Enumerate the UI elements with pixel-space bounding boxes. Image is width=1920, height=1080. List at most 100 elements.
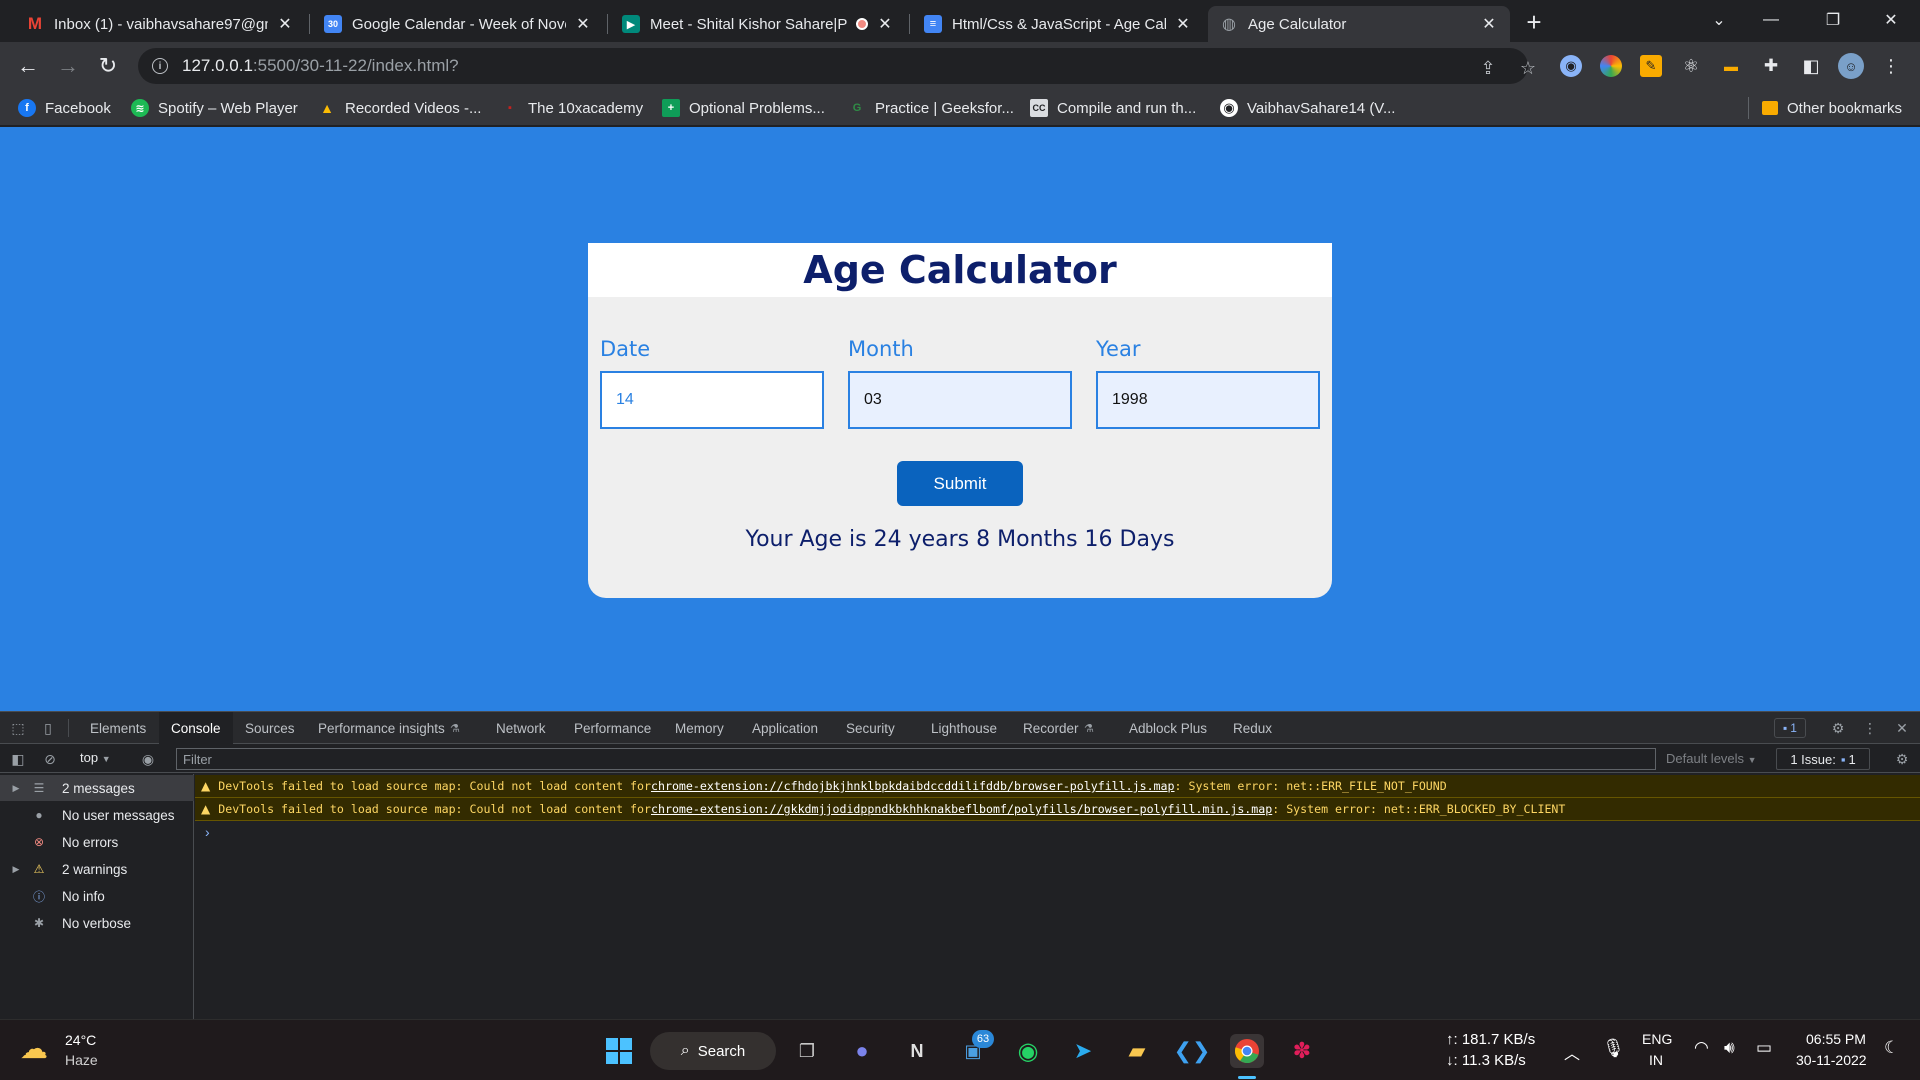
sidebar-item-user-messages[interactable]: ● No user messages <box>0 802 194 828</box>
bookmark-extension-icon[interactable]: ▬ <box>1720 55 1742 77</box>
tab-calendar[interactable]: 30 Google Calendar - Week of Nove ✕ <box>312 6 604 42</box>
teams-chat-icon[interactable]: ● <box>845 1034 879 1068</box>
tab-meet[interactable]: ▶ Meet - Shital Kishor Sahare|P ✕ <box>610 6 906 42</box>
address-bar[interactable]: i 127.0.0.1:5500/30-11-22/index.html? ⇪ … <box>138 48 1536 84</box>
submit-button[interactable]: Submit <box>897 461 1023 506</box>
chrome-icon[interactable] <box>1230 1034 1264 1068</box>
date-input[interactable] <box>600 371 824 429</box>
profile-avatar[interactable]: ☺ <box>1838 53 1864 79</box>
share-icon[interactable]: ⇪ <box>1476 56 1500 80</box>
slack-icon[interactable]: ✽ <box>1285 1034 1319 1068</box>
clock-time[interactable]: 06:55 PM <box>1806 1031 1866 1047</box>
color-extension-icon[interactable] <box>1600 55 1622 77</box>
microphone-icon[interactable]: 🎙︎ <box>1602 1038 1625 1059</box>
tab-docs[interactable]: ≡ Html/Css & JavaScript - Age Calc ✕ <box>912 6 1204 42</box>
weather-haze-icon[interactable]: ☁ <box>20 1032 60 1070</box>
source-map-link[interactable]: chrome-extension://cfhdojbkjhnklbpkdaibd… <box>651 779 1175 793</box>
tab-adblock-plus[interactable]: Adblock Plus <box>1129 712 1207 744</box>
back-button[interactable]: ← <box>12 50 44 82</box>
tab-gmail[interactable]: M Inbox (1) - vaibhavsahare97@gm ✕ <box>14 6 306 42</box>
tab-sources[interactable]: Sources <box>245 712 295 744</box>
new-tab-button[interactable]: + <box>1520 7 1548 37</box>
tab-network[interactable]: Network <box>496 712 546 744</box>
reload-button[interactable]: ↻ <box>92 50 124 82</box>
close-window-button[interactable]: ✕ <box>1868 4 1914 36</box>
bookmark-star-icon[interactable]: ☆ <box>1516 56 1540 80</box>
minimize-button[interactable]: — <box>1748 4 1794 36</box>
tab-performance-insights[interactable]: Performance insights <box>318 712 445 744</box>
issues-badge[interactable]: ▪ 1 <box>1774 718 1806 738</box>
tab-age-calculator[interactable]: ◍ Age Calculator ✕ <box>1208 6 1510 42</box>
tab-application[interactable]: Application <box>752 712 818 744</box>
console-prompt[interactable]: › <box>205 824 210 840</box>
bookmark-compile-run[interactable]: CC Compile and run th... <box>1030 97 1196 119</box>
show-hidden-icons-chevron-icon[interactable]: ︿ <box>1564 1040 1580 1064</box>
restore-button[interactable]: ❐ <box>1810 4 1856 36</box>
close-tab-icon[interactable]: ✕ <box>574 15 592 33</box>
live-expression-eye-icon[interactable]: ◉ <box>138 749 158 769</box>
battery-icon[interactable]: ▭ <box>1756 1038 1772 1058</box>
react-extension-icon[interactable]: ⚛ <box>1680 55 1702 77</box>
close-devtools-icon[interactable]: ✕ <box>1892 718 1912 738</box>
menu-kebab-icon[interactable]: ⋮ <box>1880 55 1902 77</box>
clear-console-icon[interactable]: ⊘ <box>40 749 60 769</box>
month-input[interactable] <box>848 371 1072 429</box>
forward-button[interactable]: → <box>52 50 84 82</box>
close-tab-icon[interactable]: ✕ <box>276 15 294 33</box>
console-filter-input[interactable]: Filter <box>176 748 1656 770</box>
telegram-icon[interactable]: ➤ <box>1066 1034 1100 1068</box>
weather-temperature[interactable]: 24°C <box>65 1032 96 1048</box>
task-view-icon[interactable]: ❐ <box>790 1034 824 1068</box>
sidebar-item-verbose[interactable]: ✱ No verbose <box>0 910 194 936</box>
devtools-menu-icon[interactable]: ⋮ <box>1860 718 1880 738</box>
weather-description[interactable]: Haze <box>65 1052 98 1068</box>
tab-elements[interactable]: Elements <box>90 712 146 744</box>
taskbar-search-button[interactable]: ⌕ Search <box>650 1032 776 1070</box>
expand-arrow-icon[interactable]: ▶ <box>8 783 24 794</box>
close-tab-icon[interactable]: ✕ <box>1480 15 1498 33</box>
tab-search-chevron-icon[interactable]: ⌄ <box>1696 4 1742 36</box>
bookmark-geeksforgeeks[interactable]: G Practice | Geeksfor... <box>848 97 1014 119</box>
volume-icon[interactable]: 🔊︎ <box>1724 1038 1735 1058</box>
edit-extension-icon[interactable]: ✎ <box>1640 55 1662 77</box>
wifi-icon[interactable]: ◠ <box>1694 1038 1709 1058</box>
sidebar-item-errors[interactable]: ⊗ No errors <box>0 829 194 855</box>
bookmark-spotify[interactable]: ≋ Spotify – Web Player <box>131 97 298 119</box>
extensions-puzzle-icon[interactable]: ✚ <box>1760 55 1782 77</box>
vscode-icon[interactable]: ❮❯ <box>1174 1034 1211 1068</box>
bookmark-facebook[interactable]: f Facebook <box>18 97 111 119</box>
side-panel-icon[interactable]: ◧ <box>1800 55 1822 77</box>
whatsapp-icon[interactable]: ◉ <box>1011 1034 1045 1068</box>
bookmark-other-folder[interactable]: Other bookmarks <box>1762 97 1902 119</box>
tab-performance[interactable]: Performance <box>574 712 651 744</box>
console-settings-gear-icon[interactable]: ⚙ <box>1892 749 1912 769</box>
year-input[interactable] <box>1096 371 1320 429</box>
language-code[interactable]: ENG <box>1642 1031 1672 1047</box>
sidebar-item-warnings[interactable]: ▶ ⚠ 2 warnings <box>0 856 194 882</box>
close-tab-icon[interactable]: ✕ <box>876 15 894 33</box>
close-tab-icon[interactable]: ✕ <box>1174 15 1192 33</box>
windows-start-icon[interactable] <box>602 1034 636 1068</box>
bookmark-10xacademy[interactable]: ▪ The 10xacademy <box>501 97 643 119</box>
bookmark-github[interactable]: ◉ VaibhavSahare14 (V... <box>1220 97 1395 119</box>
default-levels-dropdown[interactable]: Default levels ▼ <box>1666 751 1757 766</box>
site-info-icon[interactable]: i <box>152 58 168 74</box>
focus-moon-icon[interactable]: ☾ <box>1884 1038 1899 1058</box>
settings-gear-icon[interactable]: ⚙ <box>1828 718 1848 738</box>
expand-arrow-icon[interactable]: ▶ <box>8 864 24 875</box>
sidebar-item-messages[interactable]: ▶ ☰ 2 messages <box>0 775 194 801</box>
tab-memory[interactable]: Memory <box>675 712 724 744</box>
tab-security[interactable]: Security <box>846 712 895 744</box>
tab-redux[interactable]: Redux <box>1233 712 1272 744</box>
issues-counter[interactable]: 1 Issue: ▪ 1 <box>1776 748 1870 770</box>
bookmark-recorded-videos[interactable]: ▲ Recorded Videos -... <box>318 97 481 119</box>
sidebar-item-info[interactable]: ⓘ No info <box>0 883 194 909</box>
tab-console[interactable]: Console <box>159 712 233 744</box>
context-selector[interactable]: top ▼ <box>80 750 111 765</box>
bookmark-optional-problems[interactable]: + Optional Problems... <box>662 97 825 119</box>
inspect-element-icon[interactable]: ⬚ <box>8 718 28 738</box>
lens-extension-icon[interactable]: ◉ <box>1560 55 1582 77</box>
clock-date[interactable]: 30-11-2022 <box>1796 1052 1867 1068</box>
show-sidebar-icon[interactable]: ◧ <box>8 749 28 769</box>
notion-icon[interactable]: N <box>900 1034 934 1068</box>
